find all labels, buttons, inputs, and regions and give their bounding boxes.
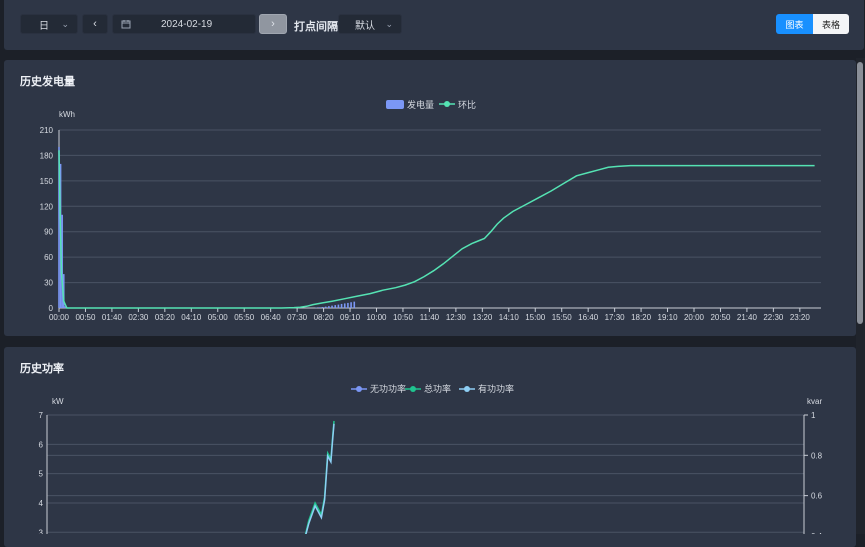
toolbar: 日 ⌄ ‹ 2024-02-19 › 打点间隔 默认 ⌄ 图表 表格	[4, 0, 864, 50]
interval-label: 打点间隔	[294, 21, 338, 33]
power-panel: 历史功率	[4, 347, 856, 547]
view-chart-button[interactable]: 图表	[776, 14, 813, 34]
scrollbar-thumb[interactable]	[857, 62, 863, 324]
next-date-button[interactable]: ›	[259, 14, 287, 34]
date-value: 2024-02-19	[161, 18, 213, 30]
calendar-icon	[121, 20, 131, 29]
chevron-right-icon: ›	[271, 18, 275, 30]
chevron-down-icon: ⌄	[61, 18, 69, 29]
panel-title: 历史发电量	[20, 76, 75, 88]
period-value: 日	[39, 20, 49, 32]
view-table-button[interactable]: 表格	[813, 14, 849, 34]
prev-date-button[interactable]: ‹	[82, 14, 108, 34]
interval-select[interactable]: 默认 ⌄	[338, 14, 402, 34]
date-picker[interactable]: 2024-02-19	[112, 14, 256, 34]
interval-value: 默认	[355, 20, 375, 32]
panel-title: 历史功率	[20, 363, 64, 375]
energy-panel: 历史发电量	[4, 60, 856, 336]
chevron-left-icon: ‹	[93, 18, 97, 30]
period-select[interactable]: 日 ⌄	[20, 14, 78, 34]
chevron-down-icon: ⌄	[385, 18, 393, 29]
